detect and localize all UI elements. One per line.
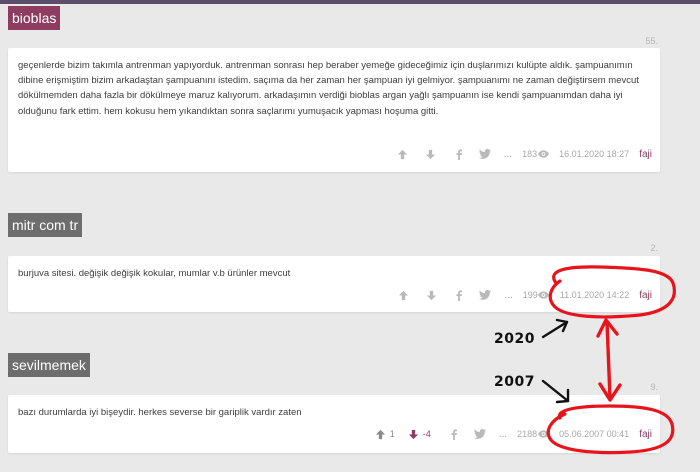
twitter-icon[interactable] xyxy=(478,147,492,161)
red-double-arrow xyxy=(596,318,622,402)
twitter-icon[interactable] xyxy=(478,288,492,302)
entry-author[interactable]: faji xyxy=(639,429,652,440)
eye-icon xyxy=(537,427,549,441)
annotation-label-2020: 2020 xyxy=(494,331,535,347)
entry-date[interactable]: 05.06.2007 00:41 xyxy=(559,429,629,439)
eye-icon xyxy=(537,147,549,161)
view-count: 2188 xyxy=(517,427,549,441)
arrow-up-icon[interactable] xyxy=(374,427,388,441)
more-options[interactable]: ... xyxy=(504,290,512,301)
entry-text: burjuva sitesi. değişik değişik kokular,… xyxy=(18,268,291,279)
downvote-count: -4 xyxy=(422,429,431,439)
entry-title-mitr[interactable]: mitr com tr xyxy=(8,213,83,237)
entry-footer: 1 -4 ... 2188 05.06.2007 00:41 faji xyxy=(374,427,652,441)
entry-footer: ... 199 11.01.2020 14:22 faji xyxy=(396,288,652,302)
arrow-down-icon[interactable] xyxy=(424,288,438,302)
facebook-icon[interactable] xyxy=(452,147,466,161)
annotation-label-2007: 2007 xyxy=(494,374,535,390)
entry-title-bioblas[interactable]: bioblas xyxy=(8,6,61,30)
entry-text: geçenlerde bizim takımla antrenman yapıy… xyxy=(18,60,639,117)
entry-date[interactable]: 11.01.2020 14:22 xyxy=(560,290,629,300)
entry-card: geçenlerde bizim takımla antrenman yapıy… xyxy=(8,48,660,172)
entry-number[interactable]: 2. xyxy=(650,243,658,253)
upvote-count: 1 xyxy=(389,429,395,439)
entry-number[interactable]: 55. xyxy=(645,36,658,46)
arrow-down-icon[interactable] xyxy=(424,147,438,161)
eye-icon xyxy=(538,288,550,302)
entry-date[interactable]: 16.01.2020 18:27 xyxy=(559,149,629,159)
twitter-icon[interactable] xyxy=(473,427,487,441)
entry-card: burjuva sitesi. değişik değişik kokular,… xyxy=(8,256,660,312)
arrow-up-icon[interactable] xyxy=(396,147,410,161)
view-count-value: 183 xyxy=(522,149,538,159)
view-count: 183 xyxy=(522,147,549,161)
entry-card: bazı durumlarda iyi bişeydir. herkes sev… xyxy=(8,395,660,453)
entry-number[interactable]: 9. xyxy=(650,382,658,392)
entry-author[interactable]: faji xyxy=(639,149,652,160)
entry-title-sevilmemek[interactable]: sevilmemek xyxy=(8,353,90,377)
facebook-icon[interactable] xyxy=(452,288,466,302)
more-options[interactable]: ... xyxy=(499,429,507,440)
view-count-value: 199 xyxy=(522,290,538,300)
entry-author[interactable]: faji xyxy=(639,290,652,301)
entry-footer: ... 183 16.01.2020 18:27 faji xyxy=(396,147,652,161)
arrow-down-icon[interactable] xyxy=(407,427,421,441)
more-options[interactable]: ... xyxy=(504,149,512,160)
arrow-up-icon[interactable] xyxy=(396,288,410,302)
view-count-value: 2188 xyxy=(517,429,538,439)
top-bar xyxy=(0,0,700,4)
black-arrow-2020 xyxy=(541,318,569,339)
entry-text: bazı durumlarda iyi bişeydir. herkes sev… xyxy=(18,407,302,418)
view-count: 199 xyxy=(523,288,550,302)
facebook-icon[interactable] xyxy=(447,427,461,441)
